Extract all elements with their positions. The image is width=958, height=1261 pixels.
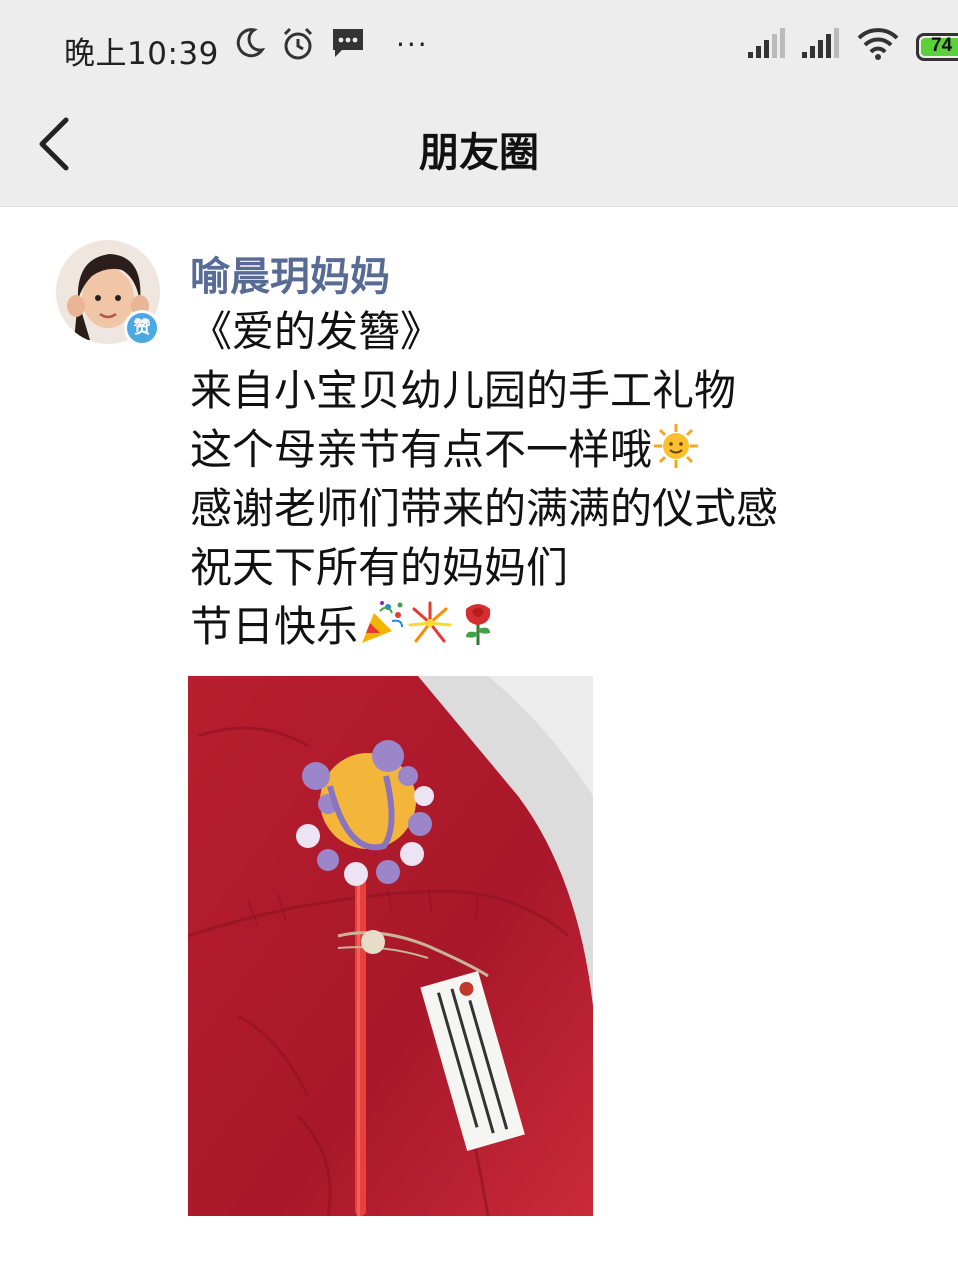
post-line: 祝天下所有的妈妈们	[190, 543, 569, 592]
post-line: 这个母亲节有点不一样哦	[190, 420, 910, 479]
moon-icon	[236, 28, 266, 58]
signal-icon	[748, 28, 785, 58]
rose-emoji	[465, 604, 491, 645]
post-photo[interactable]	[188, 676, 593, 1216]
battery-icon: 74	[916, 33, 958, 61]
post-line: 来自小宝贝幼儿园的手工礼物	[190, 366, 737, 415]
like-badge: 赞	[124, 310, 160, 346]
navigation-bar: 朋友圈	[0, 84, 958, 207]
author-name[interactable]: 喻晨玥妈妈	[190, 244, 390, 302]
alarm-icon	[283, 27, 313, 60]
post-line: 《爱的发簪》	[190, 307, 443, 356]
sun-emoji	[654, 424, 699, 468]
status-bar: 晚上10:39 ··· 74	[0, 0, 958, 84]
post-text: 《爱的发簪》 来自小宝贝幼儿园的手工礼物 这个母亲节有点不一样哦 感谢老师们带来…	[190, 302, 910, 656]
post-line: 感谢老师们带来的满满的仪式感	[190, 484, 779, 533]
signal-icon	[802, 28, 839, 58]
message-icon	[333, 29, 363, 57]
post-line: 节日快乐	[190, 597, 910, 656]
more-notifications-icon: ···	[396, 28, 429, 61]
fireworks-emoji	[408, 601, 452, 643]
battery-level: 74	[931, 35, 953, 56]
wifi-icon	[857, 28, 899, 60]
status-time: 晚上10:39	[64, 36, 219, 72]
page-title: 朋友圈	[419, 130, 539, 176]
party-popper-emoji	[362, 601, 404, 643]
